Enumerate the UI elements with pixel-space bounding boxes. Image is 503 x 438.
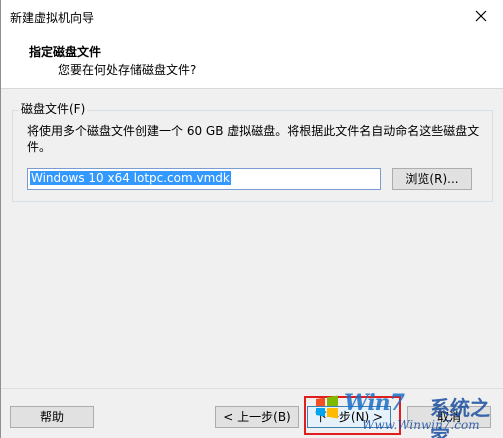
disk-filename-value: Windows 10 x64 lotpc.com.vmdk xyxy=(30,171,231,185)
page-title: 指定磁盘文件 xyxy=(29,45,102,59)
next-button[interactable]: 下一步(N) > xyxy=(307,406,391,428)
back-button[interactable]: < 上一步(B) xyxy=(215,406,299,428)
help-button[interactable]: 帮助 xyxy=(10,406,94,428)
browse-button[interactable]: 浏览(R)... xyxy=(392,168,472,190)
disk-filename-input[interactable]: Windows 10 x64 lotpc.com.vmdk xyxy=(27,168,381,190)
title-bar[interactable]: 新建虚拟机向导 xyxy=(1,0,503,34)
disk-file-description: 将使用多个磁盘文件创建一个 60 GB 虚拟磁盘。将根据此文件名自动命名这些磁盘… xyxy=(27,124,480,154)
disk-file-group-label: 磁盘文件(F) xyxy=(19,100,88,117)
cancel-button[interactable]: 取消 xyxy=(407,406,491,428)
close-icon xyxy=(475,10,487,22)
page-subtitle: 您要在何处存储磁盘文件? xyxy=(58,63,197,77)
wizard-header: 指定磁盘文件 您要在何处存储磁盘文件? xyxy=(1,34,503,89)
wizard-window: 新建虚拟机向导 指定磁盘文件 您要在何处存储磁盘文件? 磁盘文件(F) 将使用多… xyxy=(0,0,503,438)
close-button[interactable] xyxy=(467,3,495,29)
window-title: 新建虚拟机向导 xyxy=(10,11,95,25)
footer-divider xyxy=(1,388,503,389)
